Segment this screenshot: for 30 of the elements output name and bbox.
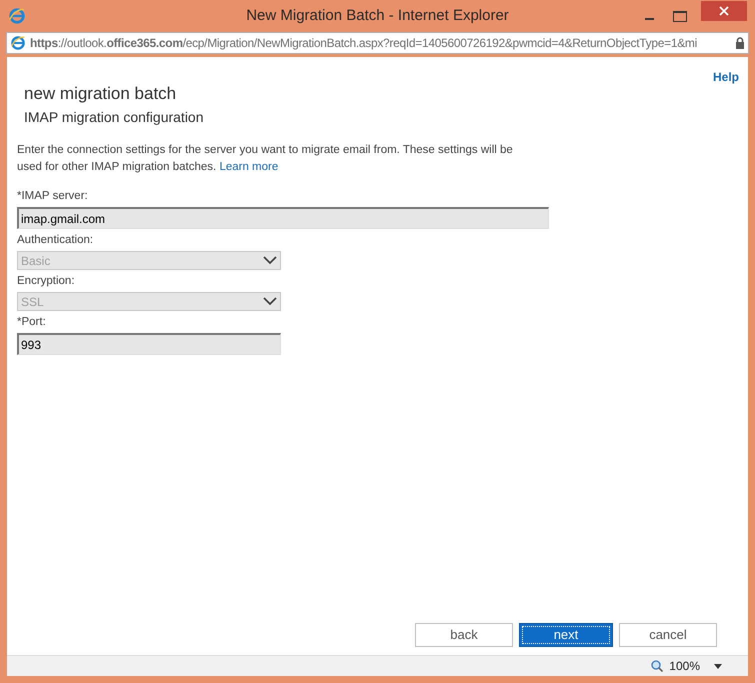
dropdown-value: SSL: [21, 294, 44, 310]
primary-button[interactable]: next: [519, 623, 613, 647]
browser-logo-icon: [8, 7, 26, 25]
window-title: New Migration Batch - Internet Explorer: [245, 6, 510, 26]
close-button[interactable]: [701, 1, 747, 21]
learn-more-link[interactable]: Learn more: [219, 161, 278, 173]
dropdown-value: Basic: [21, 252, 50, 270]
chevron-down-icon: [263, 297, 277, 306]
browser-logo-icon: [10, 35, 26, 51]
page-subheading: IMAP migration configuration: [24, 108, 204, 127]
field-label: Authentication:: [17, 233, 94, 248]
help-link[interactable]: Help: [712, 68, 739, 86]
close-icon: [719, 6, 729, 16]
caret-icon[interactable]: [714, 664, 722, 668]
zoom-icon: [651, 660, 664, 672]
chevron-down-icon: [263, 256, 277, 265]
page-heading: new migration batch: [24, 83, 178, 105]
secondary-button[interactable]: back: [415, 623, 513, 647]
zoom-level[interactable]: 100%: [669, 657, 700, 675]
secondary-button[interactable]: cancel: [619, 623, 717, 647]
field-label: *Port:: [17, 315, 47, 330]
text-field[interactable]: 993: [17, 333, 281, 355]
description-text: Enter the connection settings for the server you want to migrate email from. These settings will be used for other IMAP migration batches. Learn more: [17, 143, 514, 175]
field-label: Encryption:: [17, 274, 76, 289]
text-field[interactable]: imap.gmail.com: [17, 207, 549, 229]
url-text: https://outlook.office365.com/ecp/Migration/NewMigrationBatch.aspx?reqId=1405600726192&pwmcid=4&ReturnObjectType=1&mi: [30, 35, 698, 52]
address-bar[interactable]: https://outlook.office365.com/ecp/Migration/NewMigrationBatch.aspx?reqId=1405600726192&pwmcid=4&ReturnObjectType=1&mi: [6, 32, 749, 54]
lock-icon: [735, 37, 745, 49]
field-label: *IMAP server:: [17, 189, 89, 204]
maximize-button[interactable]: [673, 10, 687, 22]
